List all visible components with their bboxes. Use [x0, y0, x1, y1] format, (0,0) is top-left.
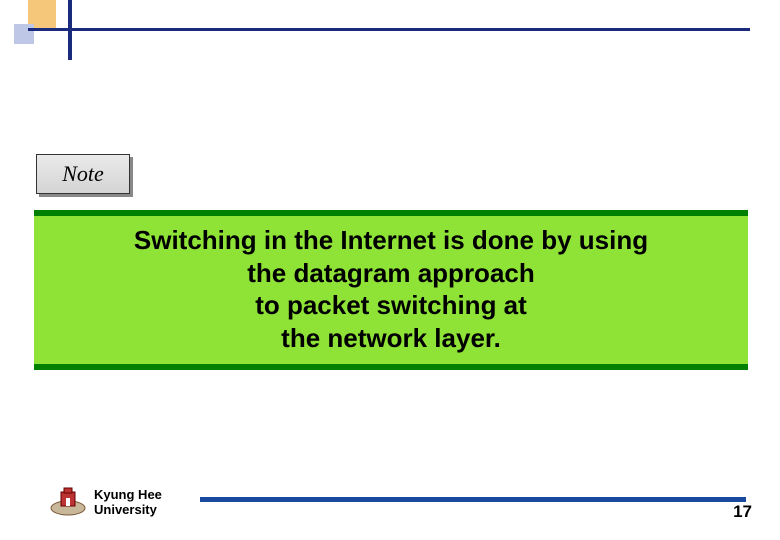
content-line: Switching in the Internet is done by usi… [44, 224, 738, 257]
university-name-line: University [94, 503, 162, 518]
content-line: the datagram approach [44, 257, 738, 290]
content-line: to packet switching at [44, 289, 738, 322]
note-label-box: Note [36, 154, 130, 194]
note-label: Note [62, 161, 104, 187]
header-decoration [0, 0, 780, 60]
footer: Kyung Hee University 17 [0, 476, 780, 522]
footer-rule [200, 497, 746, 502]
content-line: the network layer. [44, 322, 738, 355]
content-body: Switching in the Internet is done by usi… [34, 216, 748, 364]
content-bottom-rule [34, 364, 748, 370]
university-name: Kyung Hee University [94, 488, 162, 518]
decor-horizontal-line [28, 28, 750, 31]
university-logo-icon [48, 486, 88, 516]
university-name-line: Kyung Hee [94, 488, 162, 503]
decor-square-blue [14, 24, 34, 44]
content-block: Switching in the Internet is done by usi… [34, 210, 748, 370]
page-number: 17 [733, 502, 752, 522]
